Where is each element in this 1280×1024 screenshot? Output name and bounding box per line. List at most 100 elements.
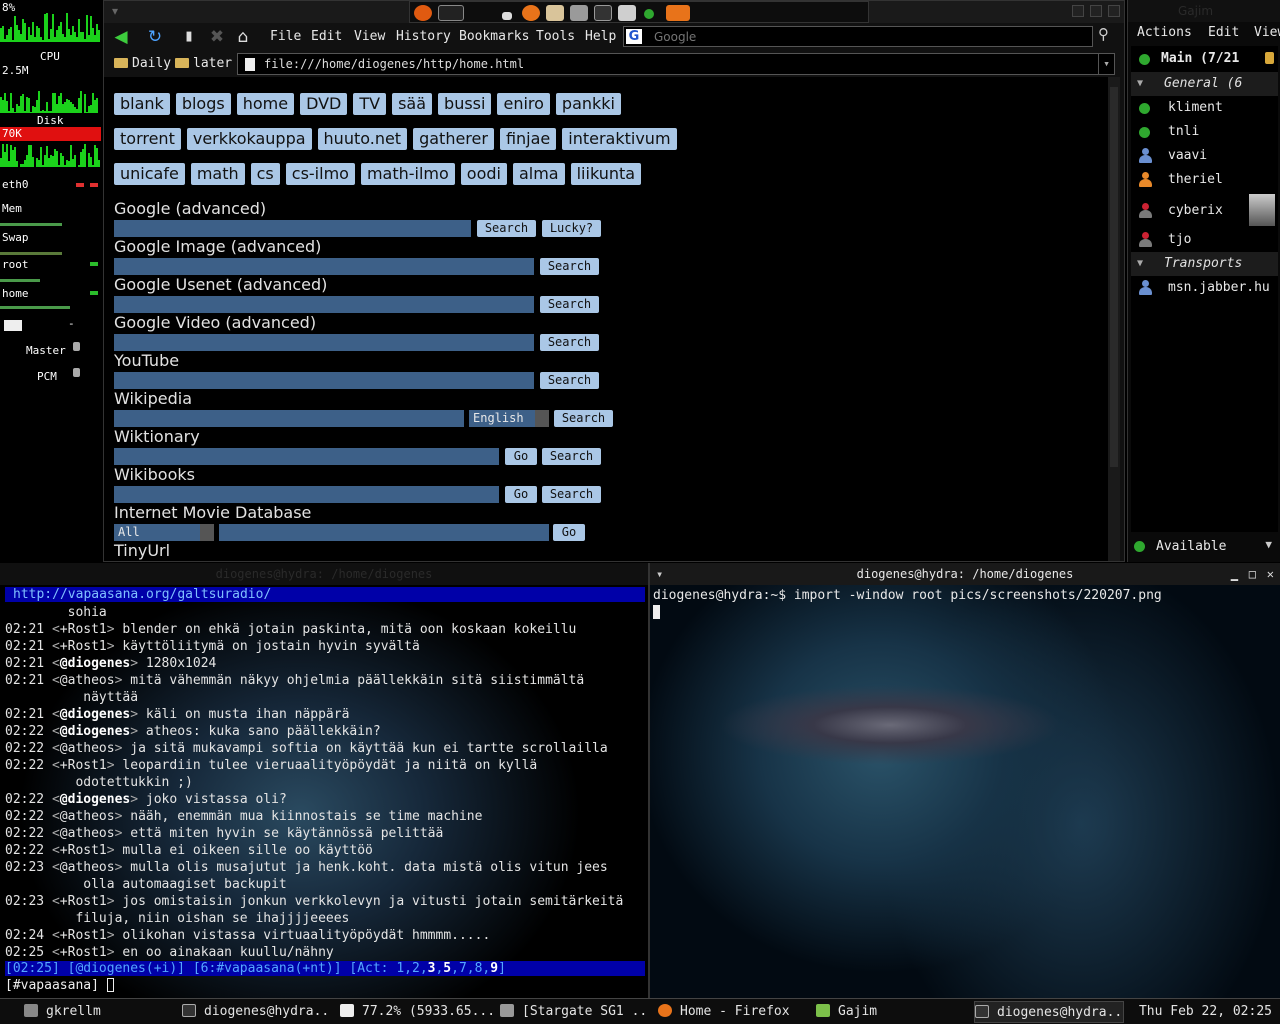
firefox-launcher-icon[interactable] bbox=[522, 5, 540, 21]
gajim-menu-view[interactable]: View bbox=[1254, 25, 1280, 40]
google-image-input[interactable] bbox=[114, 258, 534, 275]
quicklink-cs[interactable]: cs bbox=[250, 163, 280, 185]
wiktionary-go-button[interactable]: Go bbox=[505, 448, 537, 465]
menu-history[interactable]: History bbox=[396, 29, 451, 44]
page-scrollbar[interactable] bbox=[1108, 77, 1120, 561]
terminal-output[interactable]: diogenes@hydra:~$ import -window root pi… bbox=[653, 587, 1162, 621]
bookmark-daily[interactable]: Daily bbox=[114, 56, 171, 71]
google-engine-icon[interactable]: G bbox=[626, 29, 642, 44]
window-menu-icon[interactable]: ▾ bbox=[112, 4, 118, 18]
quicklink-tv[interactable]: TV bbox=[353, 93, 387, 115]
quicklink-math[interactable]: math bbox=[190, 163, 245, 185]
task-gkrellm[interactable]: gkrellm bbox=[24, 1001, 174, 1023]
contact-theriel[interactable]: theriel bbox=[1131, 168, 1278, 192]
message-nick[interactable]: @atheos bbox=[60, 741, 115, 756]
google-search-button[interactable]: Search bbox=[477, 220, 536, 237]
contact-vaavi[interactable]: vaavi bbox=[1131, 144, 1278, 168]
quicklink-oodi[interactable]: oodi bbox=[460, 163, 507, 185]
terminal-titlebar[interactable]: ▾ diogenes@hydra: /home/diogenes ▁ □ ✕ bbox=[650, 563, 1280, 585]
url-bar[interactable]: file:///home/diogenes/http/home.html ▾ bbox=[237, 53, 1115, 75]
youtube-input[interactable] bbox=[114, 372, 534, 389]
quicklink-math-ilmo[interactable]: math-ilmo bbox=[360, 163, 455, 185]
message-nick[interactable]: @atheos bbox=[60, 809, 115, 824]
google-usenet-input[interactable] bbox=[114, 296, 534, 313]
task-firefox[interactable]: Home - Firefox bbox=[658, 1001, 808, 1023]
quicklink-eniro[interactable]: eniro bbox=[497, 93, 550, 115]
contact-cyberix[interactable]: cyberix bbox=[1131, 194, 1278, 228]
quicklink-alma[interactable]: alma bbox=[512, 163, 565, 185]
stop-icon[interactable]: ✖ bbox=[206, 27, 228, 47]
quicklink-torrent[interactable]: torrent bbox=[114, 128, 181, 150]
irc-input-line[interactable]: [#vapaasana] bbox=[5, 977, 114, 994]
quicklink-pankki[interactable]: pankki bbox=[555, 93, 621, 115]
google-lucky-button[interactable]: Lucky? bbox=[542, 220, 601, 237]
google-usenet-search-button[interactable]: Search bbox=[540, 296, 599, 313]
contact-tjo[interactable]: tjo bbox=[1131, 228, 1278, 252]
task-irc-terminal[interactable]: diogenes@hydra... bbox=[182, 1001, 332, 1023]
quicklink-unicafe[interactable]: unicafe bbox=[114, 163, 185, 185]
quicklink-blank[interactable]: blank bbox=[114, 93, 170, 115]
message-nick[interactable]: @atheos bbox=[60, 860, 115, 875]
quicklink-blogs[interactable]: blogs bbox=[175, 93, 231, 115]
message-nick[interactable]: @diogenes bbox=[60, 707, 130, 722]
message-nick[interactable]: +Rost1 bbox=[60, 639, 107, 654]
clock[interactable]: Thu Feb 22, 02:25 bbox=[1139, 1004, 1272, 1019]
reload-icon[interactable]: ↻ bbox=[144, 27, 166, 47]
minimize-button[interactable] bbox=[1072, 5, 1084, 17]
minimize-button[interactable]: ▁ bbox=[1231, 563, 1238, 585]
task-shell-terminal[interactable]: diogenes@hydra... bbox=[974, 1001, 1124, 1023]
volume-master-knob[interactable] bbox=[73, 342, 80, 351]
menu-bookmarks[interactable]: Bookmarks bbox=[459, 29, 529, 44]
group-general[interactable]: ▼ General (6 bbox=[1131, 72, 1278, 96]
transport-msn[interactable]: msn.jabber.hu bbox=[1131, 276, 1278, 300]
wikibooks-go-button[interactable]: Go bbox=[505, 486, 537, 503]
message-nick[interactable]: @atheos bbox=[60, 826, 115, 841]
imdb-input[interactable] bbox=[219, 524, 549, 541]
group-transports[interactable]: ▼ Transports bbox=[1131, 252, 1278, 276]
status-selector[interactable]: Available ▼ bbox=[1131, 536, 1278, 558]
task-bittorrent[interactable]: 77.2% (5933.65... bbox=[340, 1001, 492, 1023]
bookmark-later[interactable]: later bbox=[175, 56, 232, 71]
editor-launcher-icon[interactable] bbox=[618, 5, 636, 21]
terminal-launcher-icon[interactable] bbox=[594, 5, 612, 21]
menu-help[interactable]: Help bbox=[585, 29, 616, 44]
window-menu-icon[interactable]: ▾ bbox=[656, 563, 663, 585]
channel-topic[interactable]: http://vapaasana.org/galtsuradio/ bbox=[5, 587, 645, 602]
volume-pcm-knob[interactable] bbox=[73, 368, 80, 377]
wikibooks-input[interactable] bbox=[114, 486, 499, 503]
wiktionary-input[interactable] bbox=[114, 448, 499, 465]
irc-titlebar[interactable]: diogenes@hydra: /home/diogenes bbox=[0, 563, 648, 585]
quicklink-home[interactable]: home bbox=[236, 93, 295, 115]
google-video-search-button[interactable]: Search bbox=[540, 334, 599, 351]
quicklink-bussi[interactable]: bussi bbox=[438, 93, 492, 115]
scrollbar-thumb[interactable] bbox=[1110, 87, 1118, 467]
quicklink-finjae[interactable]: finjae bbox=[499, 128, 557, 150]
app-launcher-icon[interactable] bbox=[666, 5, 690, 21]
message-nick[interactable]: @diogenes bbox=[60, 656, 130, 671]
close-button[interactable]: ✕ bbox=[1267, 563, 1274, 585]
message-nick[interactable]: @diogenes bbox=[60, 724, 130, 739]
contact-tnli[interactable]: tnli bbox=[1131, 120, 1278, 144]
task-gajim[interactable]: Gajim bbox=[816, 1001, 966, 1023]
search-engine-box[interactable]: G bbox=[623, 26, 1093, 47]
google-video-input[interactable] bbox=[114, 334, 534, 351]
task-media-player[interactable]: [Stargate SG1 ... bbox=[500, 1001, 650, 1023]
mail-icon[interactable] bbox=[4, 320, 22, 331]
mail-launcher-icon[interactable] bbox=[546, 5, 564, 21]
gajim-menu-edit[interactable]: Edit bbox=[1208, 25, 1239, 40]
contact-kliment[interactable]: kliment bbox=[1131, 96, 1278, 120]
search-icon[interactable]: ⚲ bbox=[1098, 25, 1109, 43]
quicklink-liikunta[interactable]: liikunta bbox=[570, 163, 642, 185]
message-nick[interactable]: +Rost1 bbox=[60, 894, 107, 909]
maximize-button[interactable] bbox=[1090, 5, 1102, 17]
menu-tools[interactable]: Tools bbox=[536, 29, 575, 44]
home-icon[interactable]: ⌂ bbox=[232, 27, 254, 47]
show-desktop-icon[interactable] bbox=[502, 12, 512, 20]
workspace-switcher-icon[interactable] bbox=[438, 5, 464, 21]
menu-edit[interactable]: Edit bbox=[311, 29, 342, 44]
quicklink-verkkokauppa[interactable]: verkkokauppa bbox=[186, 128, 312, 150]
search-input[interactable] bbox=[654, 28, 1084, 45]
quicklink-s-[interactable]: sää bbox=[392, 93, 433, 115]
imdb-go-button[interactable]: Go bbox=[553, 524, 585, 541]
menu-file[interactable]: File bbox=[270, 29, 301, 44]
